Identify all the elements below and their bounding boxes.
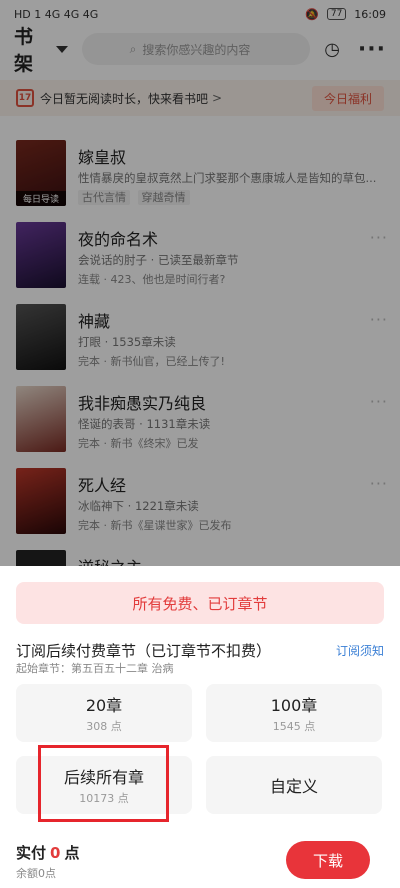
option-points: 1545 点 <box>272 720 316 733</box>
balance: 余额0点 <box>16 867 56 880</box>
subscribe-notice-link[interactable]: 订阅须知 <box>336 642 384 659</box>
option-custom[interactable]: 自定义 <box>206 756 382 814</box>
start-chapter: 起始章节：第五百五十二章 治病 <box>16 662 174 675</box>
option-name: 20章 <box>85 696 123 715</box>
option-20-chapters[interactable]: 20章 308 点 <box>16 684 192 742</box>
pay-prefix: 实付 <box>16 844 47 862</box>
subscribe-title: 订阅后续付费章节（已订章节不扣费） <box>16 642 272 660</box>
free-chapters-button[interactable]: 所有免费、已订章节 <box>16 582 384 624</box>
option-name: 自定义 <box>269 777 318 796</box>
pay-amount: 0 <box>50 844 61 862</box>
modal-overlay[interactable] <box>0 0 400 566</box>
pay-summary: 实付 0 点 <box>16 842 79 863</box>
option-points: 308 点 <box>86 720 122 733</box>
option-100-chapters[interactable]: 100章 1545 点 <box>206 684 382 742</box>
pay-unit: 点 <box>64 844 80 862</box>
option-name: 100章 <box>270 696 318 715</box>
highlight-box <box>38 745 169 822</box>
download-button[interactable]: 下载 <box>286 841 370 879</box>
